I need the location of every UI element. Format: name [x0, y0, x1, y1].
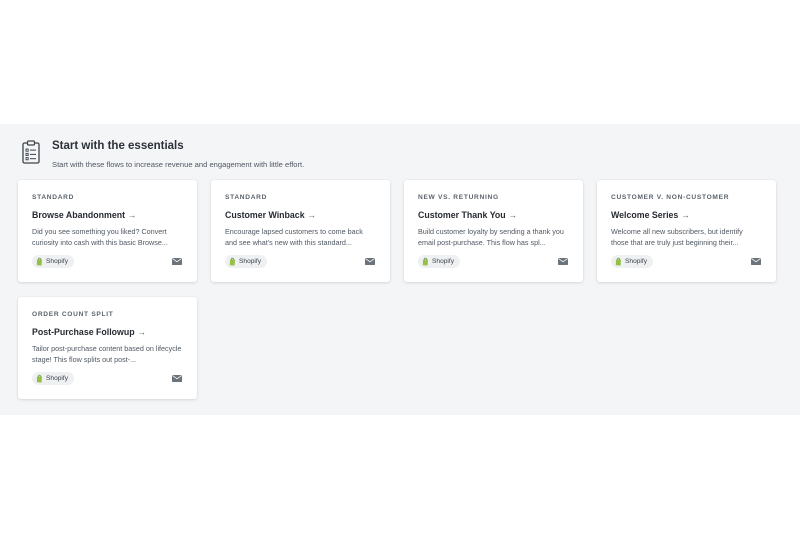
arrow-right-icon: → [137, 327, 147, 337]
card-title: Welcome Series [611, 210, 679, 220]
flow-card-welcome-series[interactable]: CUSTOMER V. NON-CUSTOMER Welcome Series … [597, 180, 776, 282]
shopify-badge: Shopify [611, 255, 653, 268]
flow-card-browse-abandonment[interactable]: STANDARD Browse Abandonment → Did you se… [18, 180, 197, 282]
card-description: Welcome all new subscribers, but identif… [611, 227, 743, 247]
card-footer: Shopify [225, 255, 375, 268]
badge-label: Shopify [625, 258, 647, 265]
card-title-link[interactable]: Browse Abandonment → [32, 210, 183, 220]
card-title: Browse Abandonment [32, 210, 126, 220]
shopify-badge: Shopify [418, 255, 460, 268]
shopify-bag-icon [422, 257, 428, 266]
email-icon [365, 258, 375, 265]
email-icon [558, 258, 568, 265]
badge-label: Shopify [46, 375, 68, 382]
card-description: Did you see something you liked? Convert… [32, 227, 168, 247]
section-subtitle: Start with these flows to increase reven… [52, 160, 305, 169]
clipboard-icon [22, 140, 40, 164]
shopify-badge: Shopify [32, 372, 74, 385]
card-title-link[interactable]: Customer Thank You → [418, 210, 569, 220]
card-footer: Shopify [611, 255, 761, 268]
email-icon [172, 258, 182, 265]
card-description: Tailor post-purchase content based on li… [32, 344, 182, 364]
arrow-right-icon: → [128, 210, 137, 220]
essentials-section: Start with the essentials Start with the… [0, 124, 800, 415]
header-text: Start with the essentials Start with the… [52, 138, 304, 169]
shopify-badge: Shopify [225, 255, 267, 268]
arrow-right-icon: → [307, 210, 317, 220]
card-category: STANDARD [225, 194, 268, 201]
email-icon [172, 375, 182, 382]
card-title: Post-Purchase Followup [32, 327, 135, 337]
card-description: Encourage lapsed customers to come back … [225, 227, 363, 247]
card-category: CUSTOMER V. NON-CUSTOMER [611, 194, 730, 201]
card-category: NEW VS. RETURNING [418, 194, 499, 201]
badge-label: Shopify [46, 258, 68, 265]
card-category: STANDARD [32, 194, 75, 201]
shopify-bag-icon [36, 374, 42, 383]
card-footer: Shopify [32, 255, 182, 268]
shopify-bag-icon [229, 257, 235, 266]
card-category: ORDER COUNT SPLIT [32, 311, 114, 318]
arrow-right-icon: → [681, 210, 690, 220]
card-title: Customer Thank You [418, 210, 506, 220]
card-footer: Shopify [418, 255, 568, 268]
card-description: Build customer loyalty by sending a than… [418, 227, 564, 247]
shopify-bag-icon [615, 257, 621, 266]
email-icon [751, 258, 761, 265]
card-title-link[interactable]: Customer Winback → [225, 210, 376, 220]
flow-card-customer-thank-you[interactable]: NEW VS. RETURNING Customer Thank You → B… [404, 180, 583, 282]
shopify-bag-icon [36, 257, 42, 266]
badge-label: Shopify [432, 258, 454, 265]
card-title-link[interactable]: Post-Purchase Followup → [32, 327, 183, 337]
badge-label: Shopify [239, 258, 261, 265]
card-title: Customer Winback [225, 210, 305, 220]
card-title-link[interactable]: Welcome Series → [611, 210, 762, 220]
flow-card-post-purchase-followup[interactable]: ORDER COUNT SPLIT Post-Purchase Followup… [18, 297, 197, 399]
section-title: Start with the essentials [52, 140, 184, 152]
shopify-badge: Shopify [32, 255, 74, 268]
card-footer: Shopify [32, 372, 182, 385]
flow-card-customer-winback[interactable]: STANDARD Customer Winback → Encourage la… [211, 180, 390, 282]
arrow-right-icon: → [508, 210, 518, 220]
section-header: Start with the essentials Start with the… [22, 138, 304, 169]
